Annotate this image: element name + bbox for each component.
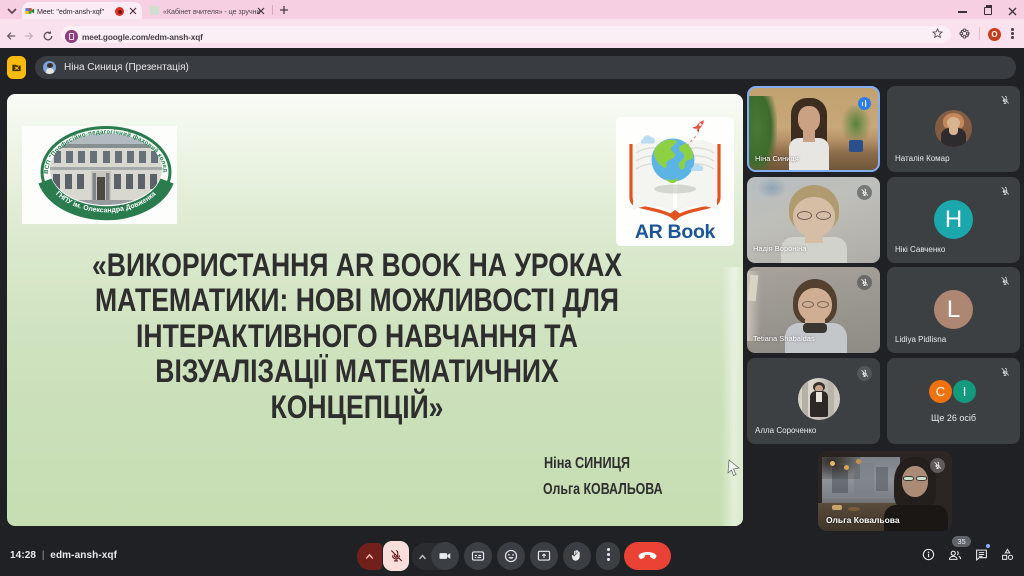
svg-text:AR Book: AR Book (635, 221, 716, 243)
